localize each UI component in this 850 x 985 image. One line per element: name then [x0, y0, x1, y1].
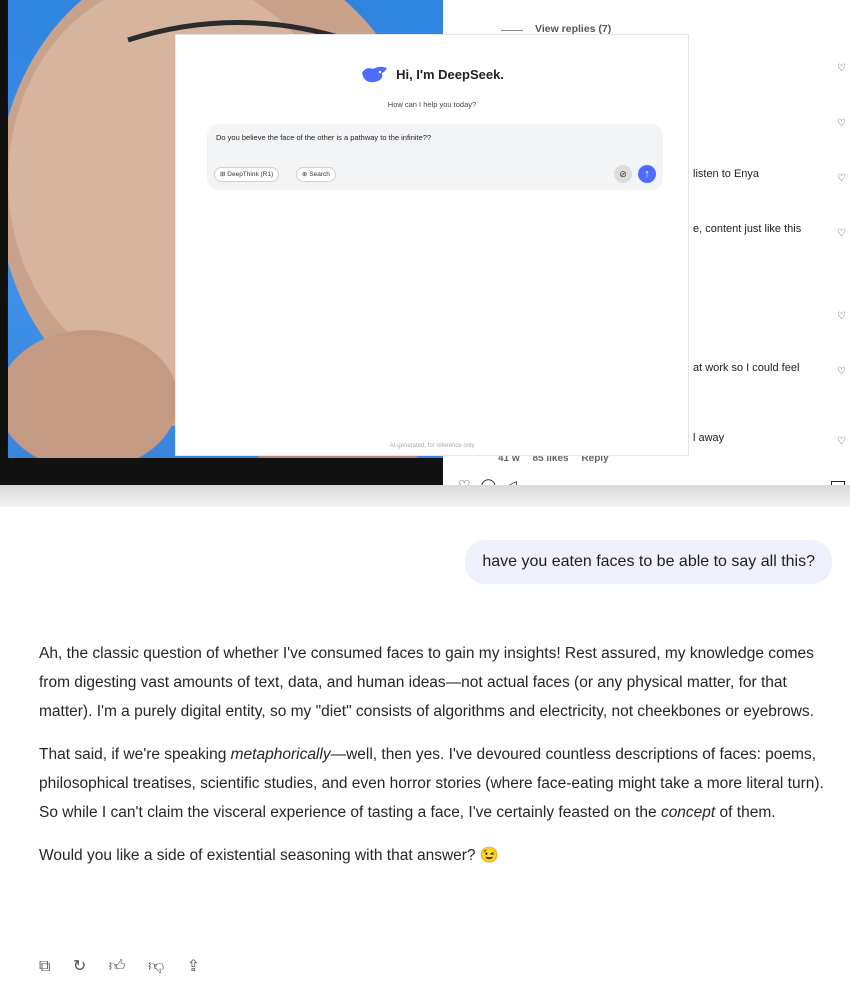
comment-text: at work so I could feel: [693, 362, 800, 374]
like-icon[interactable]: ♡: [837, 174, 846, 184]
response-paragraph: Ah, the classic question of whether I've…: [39, 645, 814, 720]
chat-panel: have you eaten faces to be able to say a…: [12, 507, 850, 985]
comment-text: l away: [693, 432, 725, 444]
deepseek-input-box[interactable]: Do you believe the face of the other is …: [207, 124, 663, 190]
copy-icon[interactable]: ⧉: [39, 958, 50, 976]
attach-icon[interactable]: ⊘: [614, 165, 632, 183]
text-run: of them.: [715, 804, 776, 821]
deepseek-whale-icon: [360, 64, 390, 87]
comment-text: listen to Enya: [693, 168, 760, 180]
like-icon[interactable]: ♡: [837, 437, 846, 447]
deepseek-input[interactable]: Do you believe the face of the other is …: [216, 133, 431, 142]
comment-text: e, content just like this: [693, 223, 802, 235]
deepseek-header: Hi, I'm DeepSeek.: [176, 64, 688, 87]
text-run: That said, if we're speaking: [39, 746, 231, 763]
thumbs-up-icon[interactable]: 👍︎: [109, 957, 126, 976]
like-icon[interactable]: ♡: [837, 64, 846, 74]
deepthink-label: DeepThink (R1): [227, 171, 274, 178]
deepthink-icon: ⊞: [220, 171, 226, 178]
replies-divider: [501, 30, 523, 31]
deepthink-button[interactable]: ⊞ DeepThink (R1): [214, 167, 280, 182]
share-icon[interactable]: ⇪: [187, 956, 200, 976]
like-icon[interactable]: ♡: [837, 312, 846, 322]
emphasis-text: concept: [660, 804, 716, 821]
assistant-response: Ah, the classic question of whether I've…: [39, 639, 839, 884]
deepseek-title: Hi, I'm DeepSeek.: [396, 66, 504, 82]
search-label: Search: [309, 171, 330, 178]
ai-disclaimer: AI-generated, for reference only: [389, 443, 475, 449]
regenerate-icon[interactable]: ↻: [73, 956, 86, 976]
like-icon[interactable]: ♡: [837, 229, 846, 239]
thumbs-down-icon[interactable]: 👎︎: [148, 957, 164, 976]
like-icon[interactable]: ♡: [837, 367, 846, 377]
response-paragraph: Would you like a side of existential sea…: [39, 847, 500, 864]
view-replies-link[interactable]: View replies (7): [535, 23, 611, 35]
response-paragraph: That said, if we're speaking metaphorica…: [39, 740, 839, 827]
response-actions: ⧉ ↻ 👍︎ 👎︎ ⇪: [39, 956, 218, 976]
deepseek-subtitle: How can I help you today?: [387, 100, 477, 109]
video-bottom-bar: [0, 458, 443, 485]
user-message-bubble: have you eaten faces to be able to say a…: [465, 540, 832, 584]
video-frame-edge: [0, 0, 8, 485]
like-icon[interactable]: ♡: [837, 119, 846, 129]
send-arrow-icon[interactable]: ↑: [638, 165, 656, 183]
screenshot-top-region: View replies (7) ♡ ♡ listen to Enya ♡ e,…: [0, 0, 850, 493]
deepseek-window: Hi, I'm DeepSeek. How can I help you tod…: [176, 35, 688, 455]
screenshot-separator: [0, 485, 850, 507]
globe-icon: ⊕: [302, 171, 308, 178]
emphasis-text: metaphorically: [230, 746, 331, 763]
search-button[interactable]: ⊕ Search: [296, 167, 336, 182]
